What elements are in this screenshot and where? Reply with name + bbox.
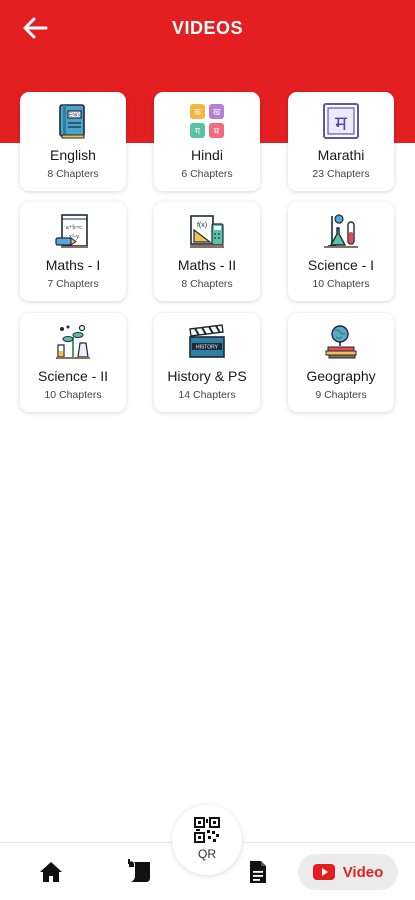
svg-text:f(x): f(x) (197, 222, 207, 229)
svg-text:क: क (194, 108, 202, 118)
geometry-tools-icon: f(x) (190, 215, 224, 248)
subject-name: Marathi (317, 147, 365, 163)
subject-name: Hindi (191, 147, 223, 163)
chapter-count: 10 Chapters (312, 278, 370, 290)
svg-text:घ: घ (214, 127, 220, 137)
document-icon (250, 861, 266, 883)
biology-plant-icon (56, 324, 90, 359)
maths-notes-icon: a+b=c x²-y (55, 214, 88, 248)
hindi-letters-icon: क ख ग घ (190, 104, 224, 138)
subject-name: English (50, 147, 96, 163)
svg-text:ख: ख (213, 108, 221, 118)
subject-name: Geography (306, 368, 376, 384)
chapter-count: 23 Chapters (312, 168, 370, 180)
subject-card-english[interactable]: ENG English 8 Chapters (20, 92, 126, 191)
qr-label: QR (198, 847, 216, 861)
subject-card-maths-1[interactable]: a+b=c x²-y Maths - I 7 Chapters (20, 202, 126, 301)
history-clapperboard-icon: HISTORY (189, 324, 225, 358)
chapter-count: 6 Chapters (181, 168, 233, 180)
subject-card-history-ps[interactable]: HISTORY History & PS 14 Chapters (154, 313, 260, 412)
chapter-count: 8 Chapters (47, 168, 99, 180)
chapter-count: 7 Chapters (47, 278, 99, 290)
subject-name: Science - I (307, 257, 375, 273)
home-icon (40, 862, 62, 882)
subject-card-science-1[interactable]: Science - I 10 Chapters (288, 202, 394, 301)
globe-books-icon (325, 325, 357, 359)
chapter-count: 10 Chapters (44, 389, 102, 401)
chapter-count: 14 Chapters (178, 389, 236, 401)
nav-scroll-button[interactable] (126, 857, 154, 885)
subject-card-science-2[interactable]: Science - II 10 Chapters (20, 313, 126, 412)
subject-card-hindi[interactable]: क ख ग घ Hindi 6 Chapters (154, 92, 260, 191)
nav-video-button[interactable]: Video (298, 854, 398, 890)
svg-text:ENG: ENG (69, 113, 80, 119)
subject-name: History & PS (167, 368, 247, 384)
nav-video-label: Video (342, 863, 384, 881)
subject-name: Science - II (37, 368, 109, 384)
scroll-icon (128, 859, 150, 882)
english-book-icon: ENG (59, 104, 85, 139)
nav-document-button[interactable] (247, 859, 269, 885)
youtube-icon (312, 864, 335, 880)
subject-card-maths-2[interactable]: f(x) Maths - II 8 Chapters (154, 202, 260, 301)
svg-text:a+b=c: a+b=c (66, 224, 82, 231)
svg-text:म: म (335, 111, 348, 135)
marathi-letter-icon: म (323, 103, 359, 139)
subject-name: Maths - I (45, 257, 101, 273)
lab-flask-icon (324, 214, 358, 248)
chapter-count: 8 Chapters (181, 278, 233, 290)
svg-text:HISTORY: HISTORY (196, 345, 219, 351)
subject-name: Maths - II (177, 257, 237, 273)
qr-scan-button[interactable]: QR (172, 805, 242, 875)
qr-code-icon (194, 817, 220, 843)
subject-card-marathi[interactable]: म Marathi 23 Chapters (288, 92, 394, 191)
nav-home-button[interactable] (38, 859, 64, 885)
subject-card-geography[interactable]: Geography 9 Chapters (288, 313, 394, 412)
subject-grid: ENG English 8 Chapters क ख ग घ Hindi 6 C… (0, 0, 415, 420)
chapter-count: 9 Chapters (315, 389, 367, 401)
